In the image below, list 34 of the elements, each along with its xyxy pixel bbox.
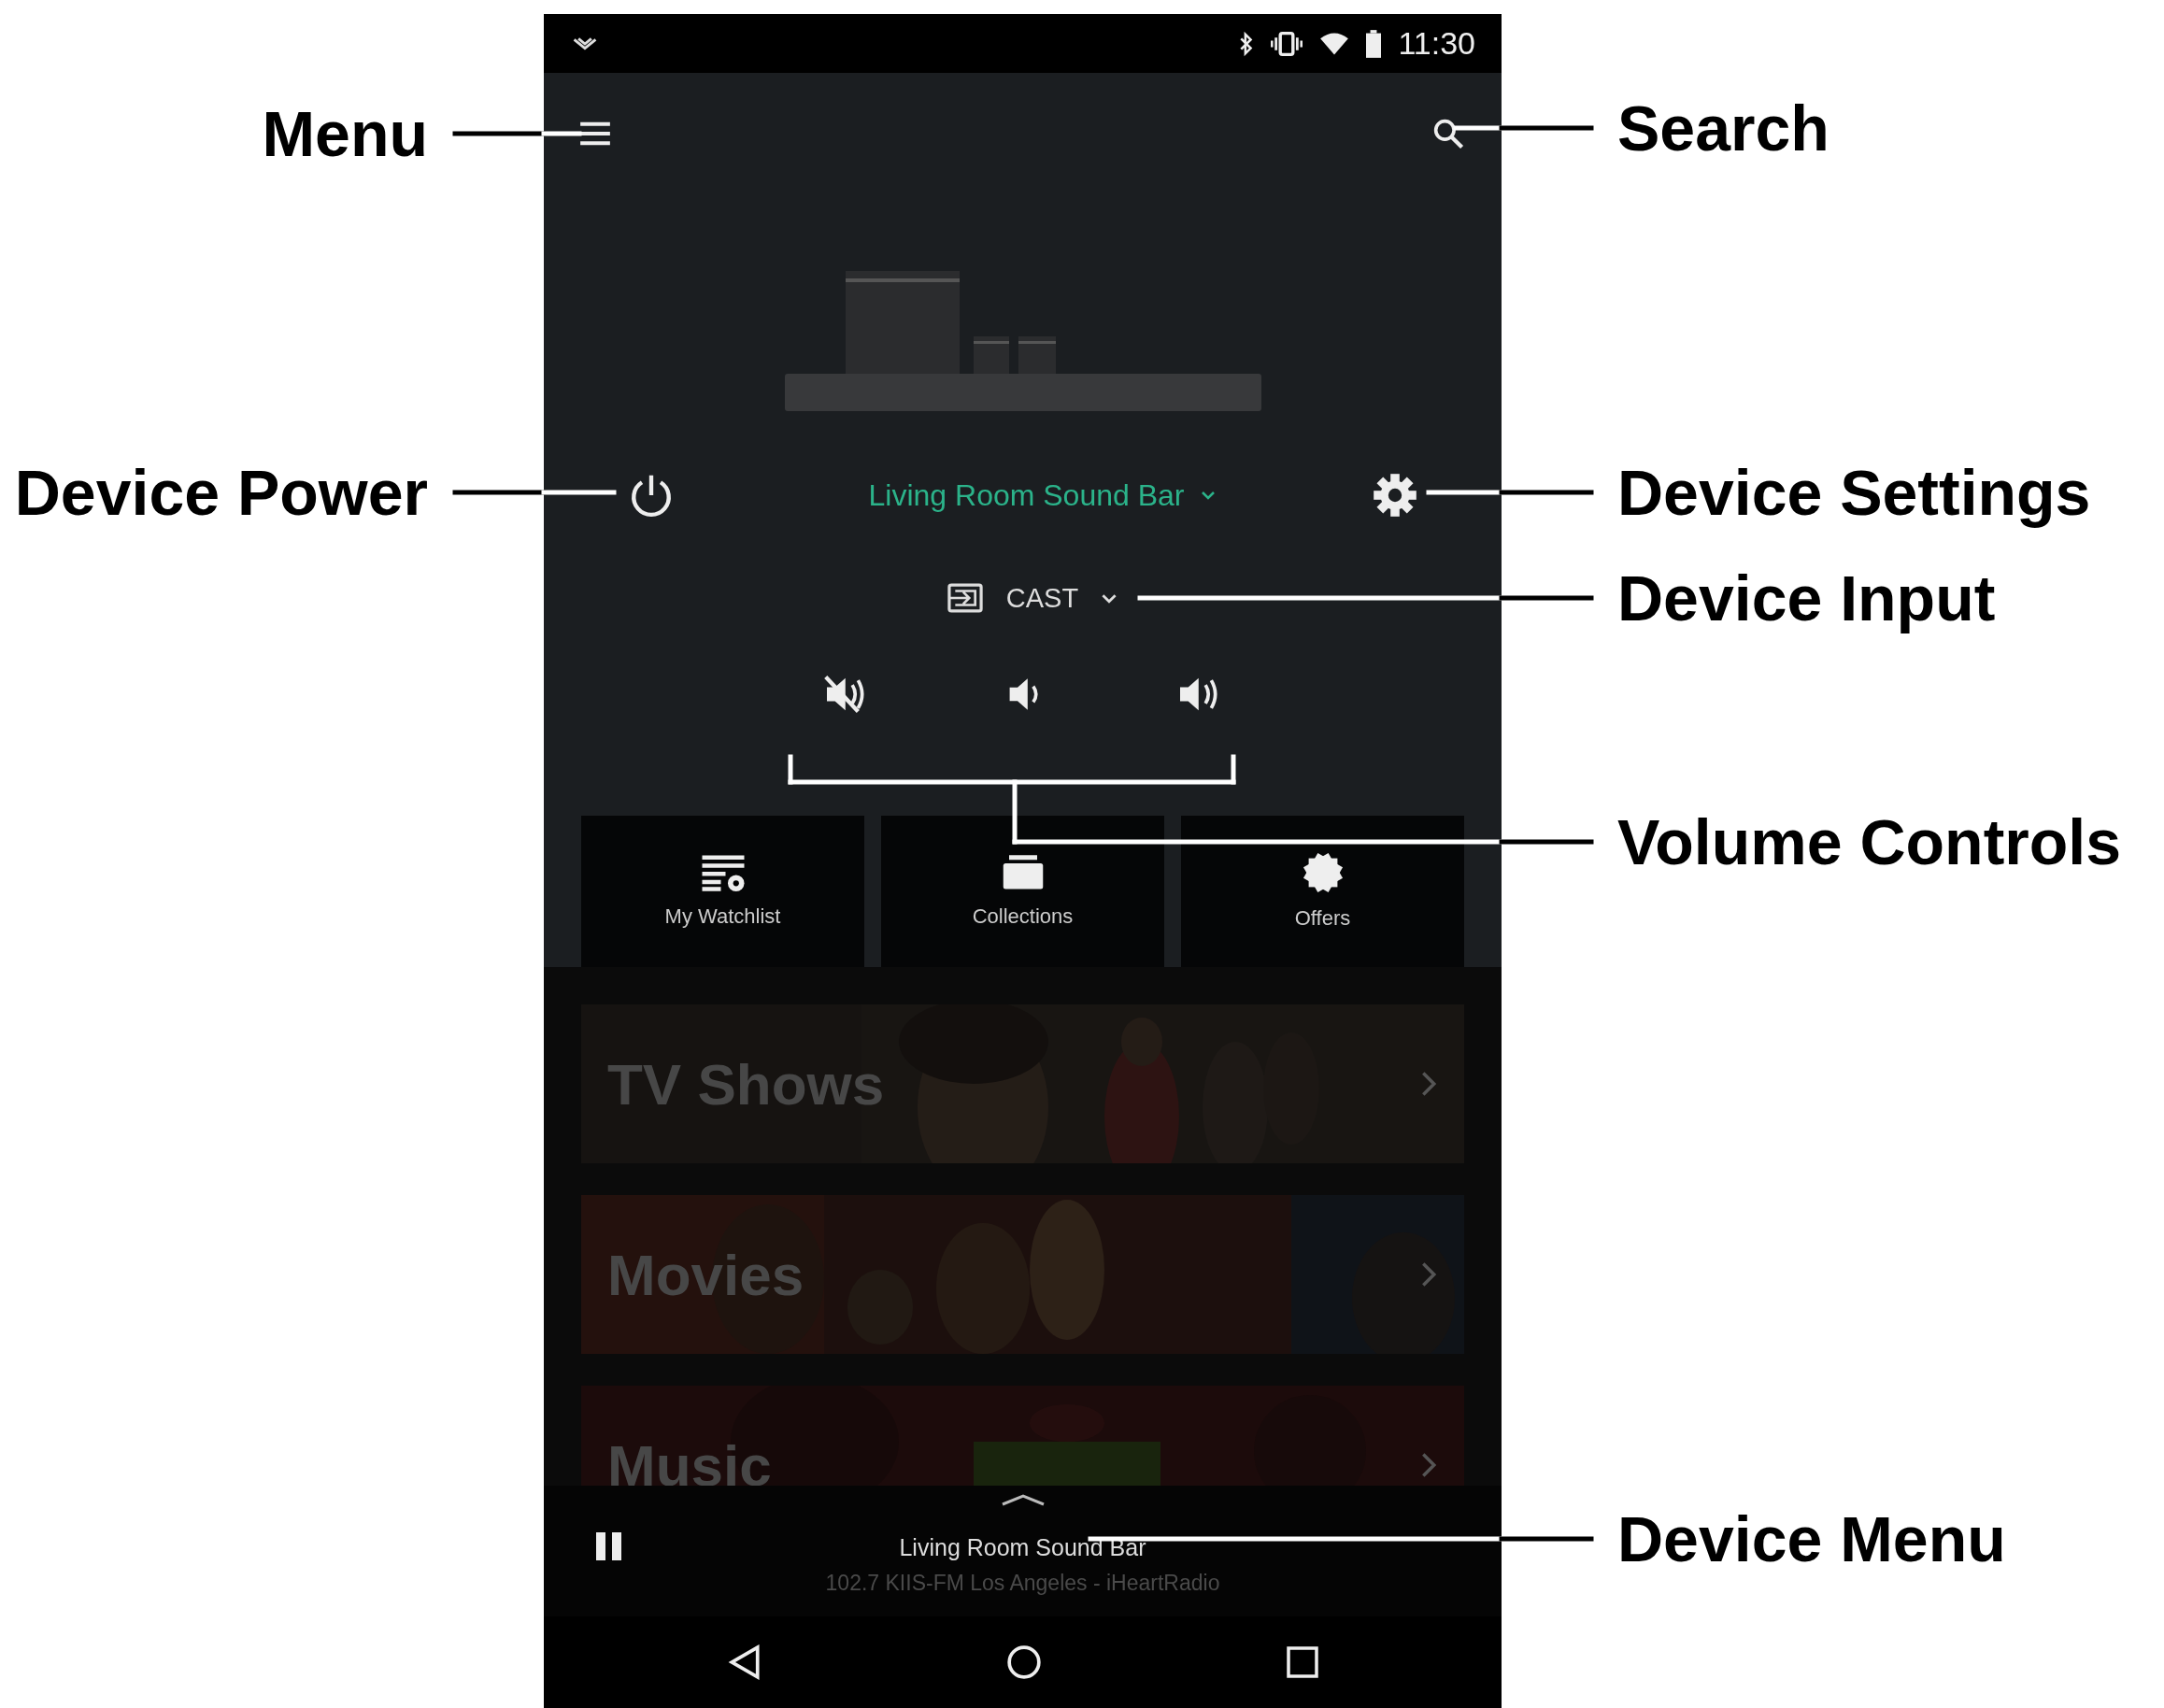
- settings-button[interactable]: [1373, 473, 1417, 518]
- chevron-right-icon: [1421, 1452, 1436, 1478]
- chevron-up-icon: [1000, 1493, 1046, 1506]
- callout-label: Search: [1617, 92, 1829, 165]
- shortcut-tile[interactable]: Collections: [881, 816, 1164, 967]
- callout-label: Device Menu: [1617, 1502, 2006, 1576]
- vibrate-icon: [1271, 30, 1303, 57]
- device-selector[interactable]: Living Room Sound Bar: [868, 477, 1217, 513]
- back-button[interactable]: [728, 1644, 762, 1680]
- wifi-icon: [1319, 31, 1350, 56]
- category-title: Music: [607, 1431, 772, 1486]
- input-selector[interactable]: CAST: [946, 582, 1118, 614]
- shortcut-tile[interactable]: My Watchlist: [581, 816, 864, 967]
- bluetooth-icon: [1239, 30, 1255, 57]
- callout-label: Device Settings: [1617, 456, 2091, 530]
- callout-label: Device Input: [1617, 562, 1996, 635]
- callout-label: Volume Controls: [1617, 805, 2121, 879]
- shortcut-tile[interactable]: Offers: [1181, 816, 1464, 967]
- caret-icon: [1101, 592, 1118, 604]
- clock-time: 11:30: [1398, 25, 1475, 62]
- chevron-right-icon: [1421, 1261, 1436, 1288]
- recents-button[interactable]: [1286, 1645, 1319, 1679]
- caret-icon: [1201, 491, 1217, 500]
- menu-button[interactable]: [579, 121, 611, 147]
- callout-label: Device Power: [14, 456, 428, 530]
- search-button[interactable]: [1432, 118, 1464, 149]
- input-icon: [946, 583, 984, 613]
- home-button[interactable]: [1005, 1644, 1042, 1680]
- chevron-right-icon: [1421, 1071, 1436, 1097]
- now-playing-subtitle: 102.7 KIIS-FM Los Angeles - iHeartRadio: [825, 1571, 1220, 1596]
- notification-icon: [572, 36, 598, 51]
- category-title: Movies: [607, 1241, 804, 1308]
- callout-label: Menu: [262, 97, 428, 171]
- battery-icon: [1366, 29, 1382, 58]
